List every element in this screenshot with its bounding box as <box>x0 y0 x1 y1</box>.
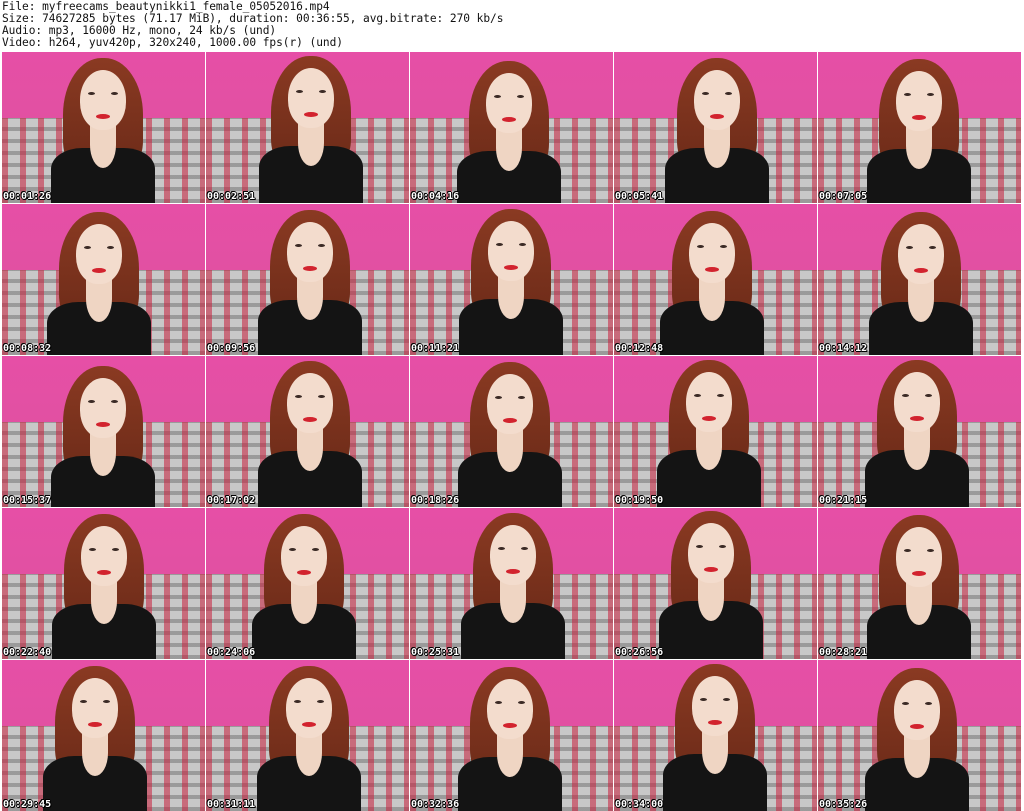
video-thumbnail: 00:28:21 <box>818 508 1021 659</box>
video-thumbnail: 00:35:26 <box>818 660 1021 811</box>
video-thumbnail: 00:17:02 <box>206 356 409 507</box>
video-thumbnail: 00:21:15 <box>818 356 1021 507</box>
video-thumbnail: 00:09:56 <box>206 204 409 355</box>
thumbnail-timestamp: 00:28:21 <box>819 647 868 658</box>
video-thumbnail: 00:25:31 <box>410 508 613 659</box>
thumbnail-timestamp: 00:29:45 <box>3 799 52 810</box>
thumbnail-timestamp: 00:07:05 <box>819 191 868 202</box>
thumbnail-timestamp: 00:01:26 <box>3 191 52 202</box>
video-thumbnail: 00:32:36 <box>410 660 613 811</box>
thumbnail-timestamp: 00:04:16 <box>411 191 460 202</box>
thumbnail-timestamp: 00:17:02 <box>207 495 256 506</box>
thumbnail-timestamp: 00:34:00 <box>615 799 664 810</box>
video-thumbnail: 00:14:12 <box>818 204 1021 355</box>
video-thumbnail: 00:12:48 <box>614 204 817 355</box>
video-thumbnail: 00:26:56 <box>614 508 817 659</box>
video-thumbnail: 00:05:41 <box>614 52 817 203</box>
thumbnail-timestamp: 00:31:11 <box>207 799 256 810</box>
video-thumbnail: 00:04:16 <box>410 52 613 203</box>
thumbnail-grid: 00:01:26 00:02:51 00:04:16 00:05:41 00:07:05… <box>0 0 1024 811</box>
video-thumbnail: 00:29:45 <box>2 660 205 811</box>
video-thumbnail: 00:34:00 <box>614 660 817 811</box>
video-thumbnail: 00:22:40 <box>2 508 205 659</box>
video-thumbnail: 00:19:50 <box>614 356 817 507</box>
thumbnail-timestamp: 00:19:50 <box>615 495 664 506</box>
thumbnail-timestamp: 00:18:26 <box>411 495 460 506</box>
thumbnail-timestamp: 00:15:37 <box>3 495 52 506</box>
thumbnail-timestamp: 00:08:32 <box>3 343 52 354</box>
thumbnail-timestamp: 00:12:48 <box>615 343 664 354</box>
thumbnail-timestamp: 00:32:36 <box>411 799 460 810</box>
thumbnail-timestamp: 00:09:56 <box>207 343 256 354</box>
video-thumbnail: 00:15:37 <box>2 356 205 507</box>
thumbnail-timestamp: 00:26:56 <box>615 647 664 658</box>
video-thumbnail: 00:18:26 <box>410 356 613 507</box>
thumbnail-timestamp: 00:35:26 <box>819 799 868 810</box>
thumbnail-timestamp: 00:21:15 <box>819 495 868 506</box>
thumbnail-timestamp: 00:25:31 <box>411 647 460 658</box>
thumbnail-timestamp: 00:14:12 <box>819 343 868 354</box>
video-thumbnail: 00:02:51 <box>206 52 409 203</box>
thumbnail-timestamp: 00:05:41 <box>615 191 664 202</box>
video-thumbnail: 00:11:21 <box>410 204 613 355</box>
thumbnail-timestamp: 00:02:51 <box>207 191 256 202</box>
video-thumbnail: 00:08:32 <box>2 204 205 355</box>
thumbnail-timestamp: 00:11:21 <box>411 343 460 354</box>
video-thumbnail: 00:01:26 <box>2 52 205 203</box>
video-thumbnail: 00:07:05 <box>818 52 1021 203</box>
video-thumbnail: 00:31:11 <box>206 660 409 811</box>
thumbnail-timestamp: 00:24:06 <box>207 647 256 658</box>
video-thumbnail: 00:24:06 <box>206 508 409 659</box>
thumbnail-timestamp: 00:22:40 <box>3 647 52 658</box>
